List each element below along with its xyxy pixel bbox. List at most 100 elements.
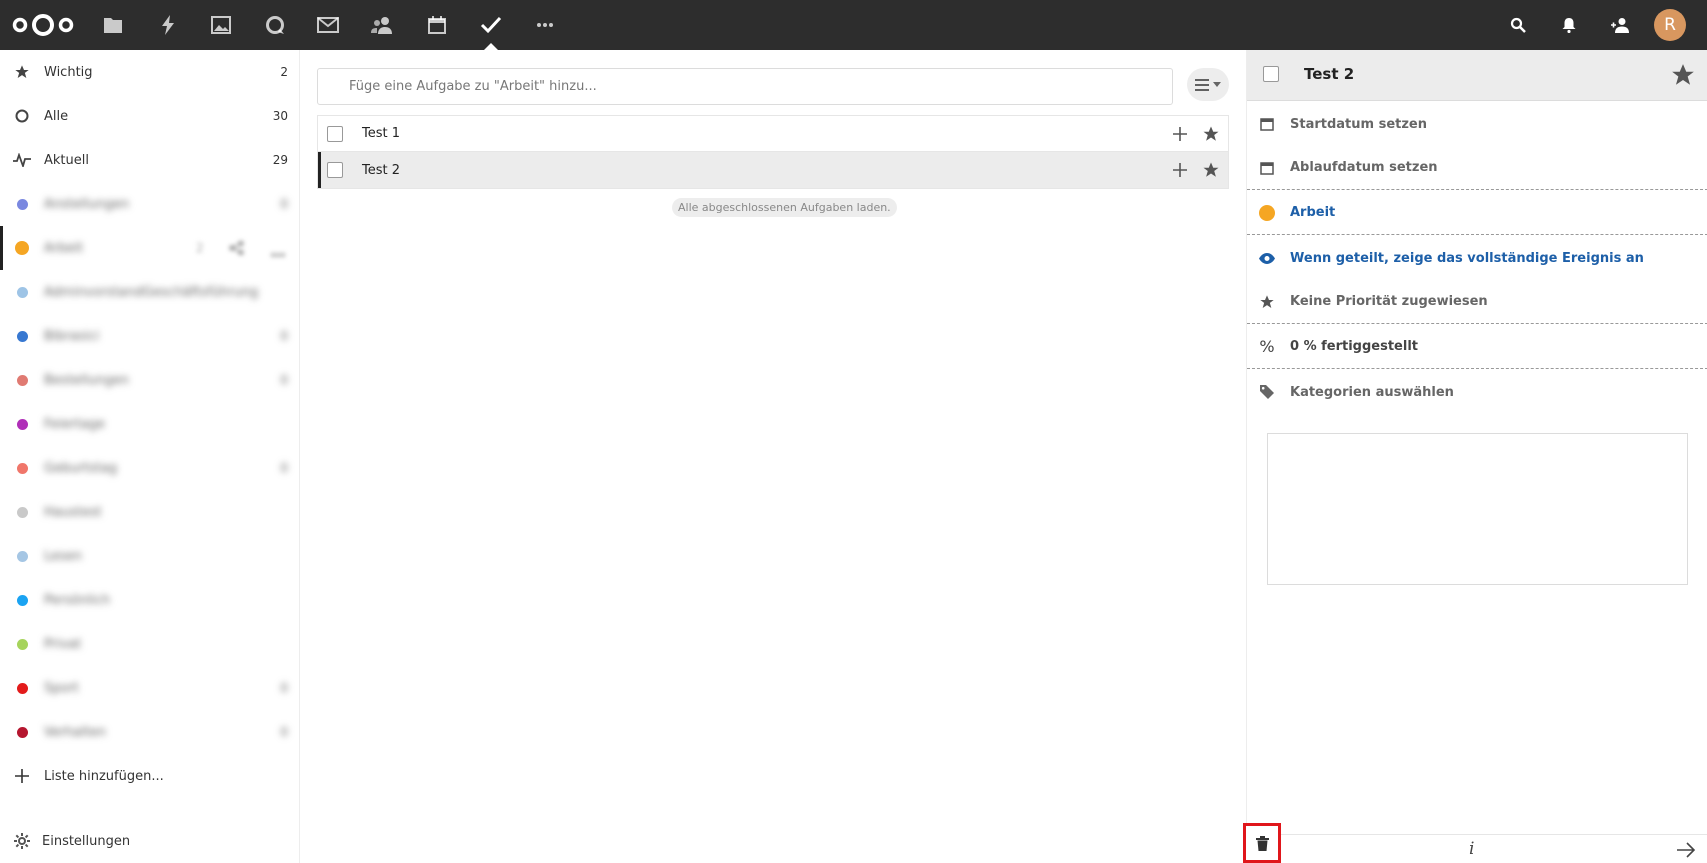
add-subtask-icon[interactable]	[1172, 162, 1188, 178]
sidebar-list-item[interactable]: Sport 0	[0, 666, 300, 710]
list-color-dot	[12, 678, 32, 698]
info-button[interactable]: i	[1469, 839, 1474, 859]
sidebar-list-item[interactable]: Privat	[0, 622, 300, 666]
tasks-icon[interactable]	[479, 13, 503, 37]
start-date-row[interactable]: Startdatum setzen	[1247, 102, 1707, 146]
sidebar-item-count: 0	[280, 681, 288, 695]
calendar-color-dot	[1258, 204, 1276, 222]
settings-button[interactable]: Einstellungen	[0, 819, 300, 863]
task-checkbox[interactable]	[327, 125, 343, 142]
list-color-dot	[12, 282, 32, 302]
chevron-down-icon	[1213, 82, 1221, 87]
sidebar-item-label: Bestellungen	[44, 372, 129, 388]
add-task-input[interactable]	[317, 68, 1173, 105]
tag-icon	[1258, 383, 1276, 401]
add-list-label: Liste hinzufügen...	[44, 768, 164, 784]
task-row-selected[interactable]: Test 2	[318, 152, 1228, 188]
start-date-label: Startdatum setzen	[1290, 116, 1428, 132]
notifications-bell-icon[interactable]	[1557, 13, 1581, 37]
sidebar-item-label: Lesen	[44, 548, 83, 564]
list-color-dot	[12, 546, 32, 566]
sort-menu-button[interactable]	[1187, 68, 1229, 101]
user-avatar[interactable]: R	[1654, 9, 1686, 41]
add-subtask-icon[interactable]	[1172, 126, 1188, 142]
sidebar-list-item[interactable]: Persönlich	[0, 578, 300, 622]
sidebar-list-item-active[interactable]: Arbeit 2	[0, 226, 300, 270]
sidebar-item-label: Aktuell	[44, 152, 89, 168]
notes-textarea[interactable]	[1267, 433, 1688, 585]
sidebar-list-item[interactable]: Verhalten 0	[0, 710, 300, 754]
sidebar-list-item[interactable]: Bibrasici 0	[0, 314, 300, 358]
list-color-dot	[12, 634, 32, 654]
due-date-row[interactable]: Ablaufdatum setzen	[1247, 146, 1707, 190]
active-app-indicator	[484, 43, 498, 50]
sidebar-item-label: Arbeit	[44, 240, 84, 256]
contacts-menu-icon[interactable]	[1608, 13, 1632, 37]
load-completed-button[interactable]: Alle abgeschlossenen Aufgaben laden.	[672, 198, 897, 217]
share-icon[interactable]	[229, 241, 245, 258]
talk-icon[interactable]	[263, 13, 287, 37]
mail-icon[interactable]	[316, 13, 340, 37]
sidebar-list-item[interactable]: Feiertage	[0, 402, 300, 446]
task-title: Test 2	[362, 162, 401, 178]
sort-icon	[1195, 78, 1209, 91]
files-icon[interactable]	[101, 13, 125, 37]
list-color-dot	[12, 194, 32, 214]
categories-row[interactable]: Kategorien auswählen	[1247, 370, 1707, 414]
photos-icon[interactable]	[209, 13, 233, 37]
details-footer: i	[1243, 823, 1707, 863]
percent-icon: %	[1259, 337, 1275, 356]
search-icon[interactable]	[1506, 13, 1530, 37]
sidebar-item-label: Feiertage	[44, 416, 106, 432]
visibility-row[interactable]: Wenn geteilt, zeige das vollständige Ere…	[1247, 236, 1707, 280]
sidebar-item-label: Anstellungen	[44, 196, 130, 212]
sidebar-item-count: 29	[272, 153, 288, 167]
due-date-label: Ablaufdatum setzen	[1290, 160, 1438, 175]
sidebar: Wichtig 2 Alle 30 Aktuell 29 Anstellunge…	[0, 50, 300, 863]
progress-row[interactable]: % 0 % fertiggestellt	[1247, 325, 1707, 369]
sidebar-list-item[interactable]: Geburtstag 0	[0, 446, 300, 490]
star-icon[interactable]	[1202, 161, 1220, 179]
sidebar-item-label: Haustest	[44, 504, 102, 520]
task-checkbox[interactable]	[327, 162, 343, 178]
nextcloud-logo-icon[interactable]	[12, 12, 74, 38]
trash-icon	[1255, 835, 1269, 851]
top-bar: R	[0, 0, 1707, 50]
contacts-icon[interactable]	[370, 13, 394, 37]
sidebar-item-count: 0	[280, 197, 288, 211]
sidebar-item-label: Wichtig	[44, 64, 93, 80]
task-row[interactable]: Test 1	[318, 116, 1228, 152]
sidebar-list-item[interactable]: AdminvorstandGeschäftsführung	[0, 270, 300, 314]
calendar-row[interactable]: Arbeit	[1247, 191, 1707, 235]
sidebar-item-alle[interactable]: Alle 30	[0, 94, 300, 138]
delete-task-button[interactable]	[1243, 823, 1281, 863]
sidebar-list-item[interactable]: Lesen	[0, 534, 300, 578]
list-color-dot	[12, 326, 32, 346]
sidebar-item-aktuell[interactable]: Aktuell 29	[0, 138, 300, 182]
visibility-label: Wenn geteilt, zeige das vollständige Ere…	[1290, 250, 1644, 266]
details-title[interactable]: Test 2	[1304, 65, 1354, 83]
sidebar-item-label: AdminvorstandGeschäftsführung	[44, 284, 259, 300]
list-more-icon[interactable]	[271, 246, 285, 260]
sidebar-item-count: 2	[280, 65, 288, 79]
activity-icon[interactable]	[156, 13, 180, 37]
add-list-button[interactable]: Liste hinzufügen...	[0, 754, 300, 798]
task-title: Test 1	[362, 126, 401, 141]
star-icon[interactable]	[1670, 62, 1696, 88]
sidebar-item-count: 0	[280, 461, 288, 475]
calendar-icon	[1258, 159, 1276, 177]
sidebar-list-item[interactable]: Haustest	[0, 490, 300, 534]
sidebar-list-item[interactable]: Anstellungen 0	[0, 182, 300, 226]
calendar-label: Arbeit	[1290, 205, 1336, 220]
sidebar-item-label: Alle	[44, 108, 69, 124]
plus-icon	[12, 766, 32, 786]
star-icon[interactable]	[1202, 125, 1220, 143]
priority-row[interactable]: Keine Priorität zugewiesen	[1247, 280, 1707, 324]
sidebar-item-wichtig[interactable]: Wichtig 2	[0, 50, 300, 94]
close-arrow-icon[interactable]	[1676, 841, 1696, 859]
details-checkbox[interactable]	[1263, 66, 1279, 82]
more-apps-icon[interactable]	[533, 13, 557, 37]
settings-label: Einstellungen	[42, 833, 131, 849]
calendar-icon[interactable]	[425, 13, 449, 37]
sidebar-list-item[interactable]: Bestellungen 0	[0, 358, 300, 402]
